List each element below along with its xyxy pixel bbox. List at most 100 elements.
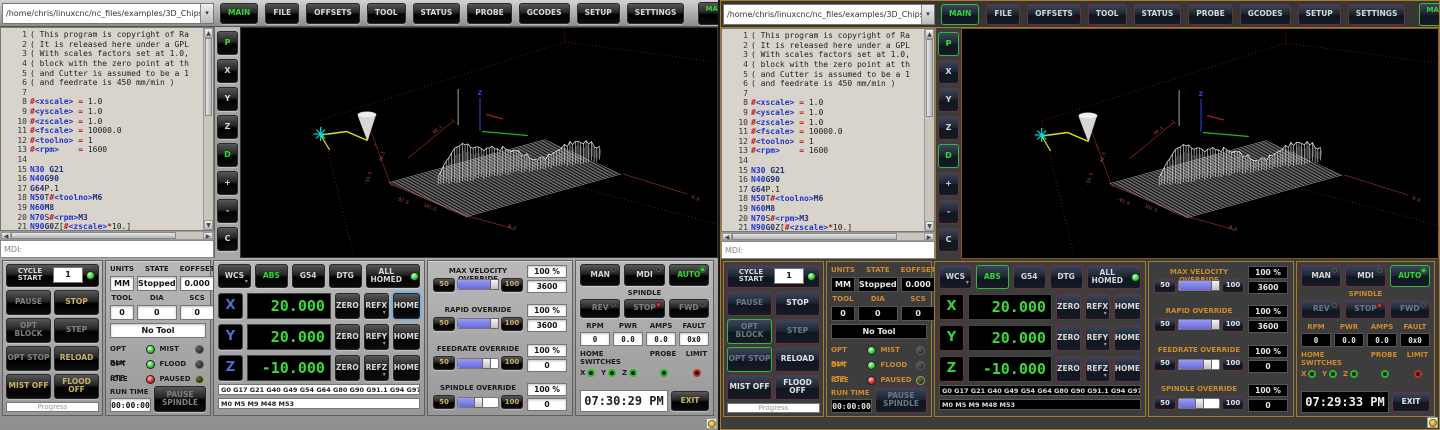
tab-main[interactable]: MAIN [220, 3, 258, 24]
pause-spindle-button[interactable]: PAUSE SPINDLE [154, 386, 206, 412]
home-z-button[interactable]: HOME [1114, 356, 1141, 382]
gcode-listing[interactable]: 1( This program is copyright of Ra2( It … [721, 28, 935, 232]
exit-button[interactable]: EXIT [1392, 392, 1430, 412]
scroll-up-icon[interactable]: ▲ [204, 28, 213, 38]
axis-x-button[interactable]: X [939, 294, 964, 320]
home-y-button[interactable]: HOME [1114, 325, 1141, 351]
override-max-button[interactable]: 100 [501, 317, 523, 331]
axis-x-button[interactable]: X [218, 293, 243, 319]
tab-settings[interactable]: SETTINGS [627, 3, 685, 24]
gcode-vertical-scrollbar[interactable]: ▲ ▼ [924, 29, 934, 231]
pause-button[interactable]: PAUSE [6, 290, 51, 315]
spindle-rev-button[interactable]: REV [1301, 300, 1341, 319]
mdi-mode-button[interactable]: MDI [1345, 265, 1385, 287]
tab-settings[interactable]: SETTINGS [1348, 4, 1406, 25]
tab-probe[interactable]: PROBE [1188, 4, 1233, 25]
axis-z-button[interactable]: Z [939, 356, 964, 382]
gremlin-3d-preview[interactable]: 40.5-56.5102.5-92.90.090.10.0Z [240, 27, 718, 258]
override-max-button[interactable]: 100 [1222, 396, 1244, 410]
resize-grip-icon[interactable] [1427, 417, 1438, 428]
override-max-button[interactable]: 100 [501, 278, 523, 292]
resize-grip-icon[interactable] [706, 418, 717, 429]
g54-button[interactable]: G54 [1013, 265, 1046, 289]
tab-file[interactable]: FILE [265, 3, 299, 24]
rapid-override-slider[interactable] [1178, 319, 1220, 330]
flood-off-button[interactable]: FLOOD OFF [775, 375, 820, 400]
override-max-button[interactable]: 100 [1222, 318, 1244, 332]
scroll-right-icon[interactable]: ▶ [924, 233, 934, 240]
mdi-input[interactable]: MDI: [721, 241, 935, 259]
ref-z-button[interactable]: REFZ▾ [1085, 356, 1110, 382]
tab-offsets[interactable]: OFFSETS [1027, 4, 1081, 25]
scroll-down-icon[interactable]: ▼ [925, 221, 934, 231]
stop-button[interactable]: STOP [54, 290, 99, 315]
ref-y-button[interactable]: REFY▾ [1085, 325, 1110, 351]
spindle-override-slider[interactable] [1178, 398, 1220, 409]
auto-mode-button[interactable]: AUTO [1390, 265, 1430, 287]
spindle-rev-button[interactable]: REV [580, 299, 620, 318]
dtg-button[interactable]: DTG [329, 264, 362, 288]
gcode-vertical-scrollbar[interactable]: ▲ ▼ [203, 28, 213, 230]
cycle-start-button[interactable]: CYCLE START 1 [727, 265, 820, 288]
gcode-horizontal-scrollbar[interactable]: ◀ ▶ [0, 231, 214, 240]
step-button[interactable]: STEP [54, 318, 99, 343]
auto-mode-button[interactable]: AUTO [669, 264, 709, 286]
view-perspective-button[interactable]: P [938, 32, 959, 56]
opt-block-button[interactable]: OPT BLOCK [727, 319, 772, 344]
zoom-in-button[interactable]: + [217, 171, 238, 195]
zoom-out-button[interactable]: - [938, 200, 959, 224]
all-homed-button[interactable]: ALL HOMED [1087, 265, 1141, 289]
chevron-down-icon[interactable]: ▾ [200, 4, 213, 23]
opt-block-button[interactable]: OPT BLOCK [6, 318, 51, 343]
tab-setup[interactable]: SETUP [1298, 4, 1341, 25]
man-mode-button[interactable]: MAN [580, 264, 620, 286]
spindle-stop-button[interactable]: STOP [1345, 300, 1385, 319]
axis-z-button[interactable]: Z [218, 355, 243, 381]
cycle-count-spinner[interactable]: 1 [774, 268, 804, 284]
override-max-button[interactable]: 100 [1222, 279, 1244, 293]
dtg-button[interactable]: DTG [1050, 265, 1083, 289]
abs-button[interactable]: ABS [976, 265, 1009, 289]
flood-off-button[interactable]: FLOOD OFF [54, 374, 99, 399]
clear-plot-button[interactable]: C [938, 228, 959, 252]
clear-plot-button[interactable]: C [217, 227, 238, 251]
tab-main[interactable]: MAIN [941, 4, 979, 25]
g54-button[interactable]: G54 [292, 264, 325, 288]
home-x-button[interactable]: HOME [1114, 294, 1141, 320]
override-min-button[interactable]: 50 [1154, 318, 1176, 332]
stop-button[interactable]: STOP [775, 291, 820, 316]
exit-button[interactable]: EXIT [671, 391, 709, 411]
view-z-button[interactable]: Z [217, 115, 238, 139]
override-min-button[interactable]: 50 [433, 356, 455, 370]
file-path-combo[interactable]: /home/chris/linuxcnc/nc_files/examples/3… [723, 4, 935, 25]
tab-status[interactable]: STATUS [413, 3, 461, 24]
cycle-start-button[interactable]: CYCLE START 1 [6, 264, 99, 287]
home-y-button[interactable]: HOME [393, 324, 420, 350]
rapid-override-slider[interactable] [457, 318, 499, 329]
zoom-out-button[interactable]: - [217, 199, 238, 223]
mist-off-button[interactable]: MIST OFF [6, 374, 51, 399]
ref-z-button[interactable]: REFZ▾ [364, 355, 389, 381]
reload-button[interactable]: RELOAD [775, 347, 820, 372]
scroll-left-icon[interactable]: ◀ [1, 232, 11, 239]
pause-spindle-button[interactable]: PAUSE SPINDLE [875, 387, 927, 413]
zero-z-button[interactable]: ZERO [1056, 356, 1081, 382]
ref-y-button[interactable]: REFY▾ [364, 324, 389, 350]
view-perspective-button[interactable]: P [217, 31, 238, 55]
reload-button[interactable]: RELOAD [54, 346, 99, 371]
all-homed-button[interactable]: ALL HOMED [366, 264, 420, 288]
zero-y-button[interactable]: ZERO [1056, 325, 1081, 351]
step-button[interactable]: STEP [775, 319, 820, 344]
opt-stop-button[interactable]: OPT STOP [727, 347, 772, 372]
feedrate-override-slider[interactable] [1178, 359, 1220, 370]
abs-button[interactable]: ABS [255, 264, 288, 288]
opt-stop-button[interactable]: OPT STOP [6, 346, 51, 371]
override-min-button[interactable]: 50 [1154, 357, 1176, 371]
ref-x-button[interactable]: REFX▾ [364, 293, 389, 319]
tab-tool[interactable]: TOOL [1088, 4, 1127, 25]
wcs-button[interactable]: WCS ▾ [939, 265, 972, 289]
cycle-count-spinner[interactable]: 1 [53, 267, 83, 283]
override-min-button[interactable]: 50 [1154, 396, 1176, 410]
spindle-fwd-button[interactable]: FWD [669, 299, 709, 318]
tab-gcodes[interactable]: GCODES [1240, 4, 1291, 25]
